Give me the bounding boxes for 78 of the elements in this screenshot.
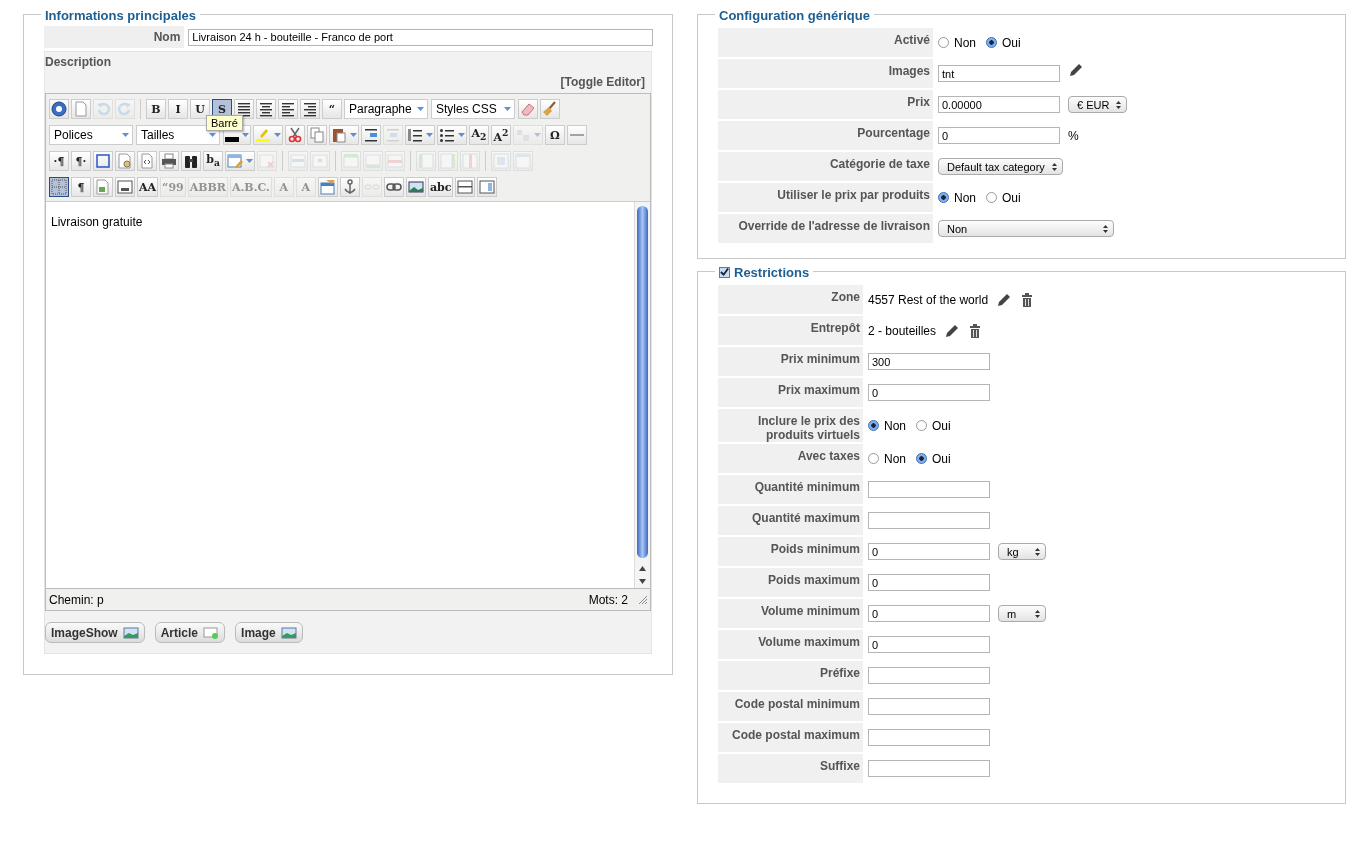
insert-button[interactable]: ImageShow: [45, 622, 145, 643]
field-label: Nom: [44, 26, 185, 48]
toolbar-button[interactable]: ¶·: [71, 151, 91, 171]
field-label: Inclure le prix des produits virtuels: [718, 409, 863, 442]
insert-button[interactable]: Article: [154, 622, 226, 643]
toolbar-button[interactable]: “: [322, 99, 342, 119]
unit-label: %: [1068, 128, 1079, 143]
toolbar-button[interactable]: B: [146, 99, 166, 119]
toolbar-button[interactable]: b$_{a}$: [203, 151, 223, 171]
option-label: Oui: [932, 418, 951, 433]
text-field[interactable]: 0.00000: [938, 96, 1060, 113]
field-label: Volume minimum: [718, 599, 863, 628]
field-label: Prix minimum: [718, 347, 863, 376]
field-label: Quantité maximum: [718, 506, 863, 535]
field-label: Pourcentage: [718, 121, 933, 150]
format-dropdown[interactable]: Polices: [49, 125, 133, 145]
field-label: Code postal maximum: [718, 723, 863, 752]
option-label: Oui: [1002, 190, 1021, 205]
value-text: 2 - bouteilles: [868, 323, 937, 338]
field-label: Description: [45, 54, 112, 69]
section-title: Configuration générique: [719, 7, 870, 23]
field-label: Préfixe: [718, 661, 863, 690]
section-title: Restrictions: [734, 264, 810, 280]
field-label: Zone: [718, 285, 863, 314]
field-label: Suffixe: [718, 754, 863, 783]
field-label: Utiliser le prix par produits: [718, 183, 933, 212]
field-label: Prix maximum: [718, 378, 863, 407]
toolbar-button[interactable]: Ω: [545, 125, 565, 145]
editor-text: Livraison gratuite: [50, 214, 144, 231]
toolbar-button[interactable]: I: [168, 99, 188, 119]
format-dropdown[interactable]: Paragraphe: [344, 99, 428, 119]
field-label: Entrepôt: [718, 316, 863, 345]
field-label: Activé: [718, 28, 933, 57]
text-field[interactable]: 0: [868, 543, 990, 560]
select-field[interactable]: Non: [938, 220, 1114, 237]
text-field[interactable]: 0: [868, 636, 990, 653]
field-label: Images: [718, 59, 933, 88]
insert-button[interactable]: Image: [235, 622, 303, 643]
option-label: Non: [954, 190, 976, 205]
field-label: Poids minimum: [718, 537, 863, 566]
name-field[interactable]: Livraison 24 h - bouteille - Franco de port: [188, 28, 653, 46]
toolbar-button[interactable]: AA: [137, 177, 159, 197]
format-dropdown[interactable]: Styles CSS: [431, 99, 515, 119]
option-label: Oui: [1002, 35, 1021, 50]
text-field[interactable]: tnt: [938, 65, 1060, 82]
toolbar-button[interactable]: A$^{2}$: [491, 125, 511, 145]
option-label: Oui: [932, 451, 951, 466]
text-field[interactable]: 0: [938, 127, 1060, 144]
toolbar-button[interactable]: A$_{2}$: [469, 125, 489, 145]
toolbar-button[interactable]: U: [190, 99, 210, 119]
unit-dropdown[interactable]: € EUR: [1068, 96, 1128, 113]
field-label: Poids maximum: [718, 568, 863, 597]
text-field[interactable]: 0: [868, 574, 990, 591]
field-label: Prix: [718, 90, 933, 119]
word-count: Mots: 2: [588, 592, 628, 607]
field-label: Volume maximum: [718, 630, 863, 659]
option-label: Non: [954, 35, 976, 50]
value-text: 4557 Rest of the world: [868, 292, 989, 307]
toolbar-button[interactable]: abc: [427, 177, 454, 197]
toolbar-button[interactable]: ¶: [71, 177, 91, 197]
select-field[interactable]: Default tax category: [938, 158, 1063, 175]
field-label: Avec taxes: [718, 444, 863, 473]
path-text: Chemin: p: [49, 592, 104, 607]
field-label: Code postal minimum: [718, 692, 863, 721]
tooltip: Barré: [206, 115, 243, 131]
text-field[interactable]: 0: [868, 605, 990, 622]
toolbar-button[interactable]: ·¶: [49, 151, 69, 171]
field-label: Override de l'adresse de livraison: [718, 214, 933, 243]
field-label: Catégorie de taxe: [718, 152, 933, 181]
unit-dropdown[interactable]: kg: [998, 543, 1046, 560]
text-field[interactable]: 300: [868, 353, 990, 370]
section-title: Informations principales: [45, 7, 196, 23]
option-label: Non: [884, 418, 906, 433]
option-label: Non: [884, 451, 906, 466]
unit-dropdown[interactable]: m: [998, 605, 1046, 622]
toggle-editor-link[interactable]: [Toggle Editor]: [560, 75, 645, 89]
text-field[interactable]: 0: [868, 384, 990, 401]
field-label: Quantité minimum: [718, 475, 863, 504]
